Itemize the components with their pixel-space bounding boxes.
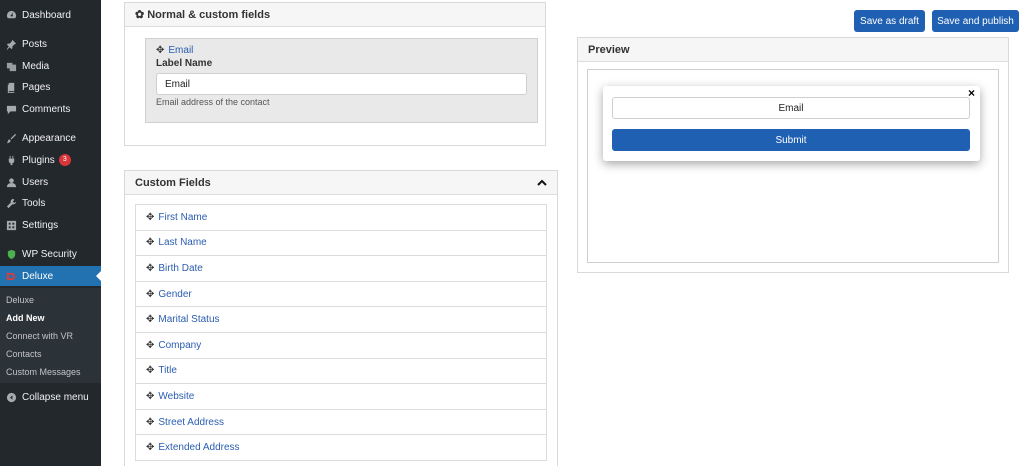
custom-field-label: Marital Status [158,314,220,326]
shield-icon [5,248,17,260]
custom-field-label: Company [158,339,202,351]
menu-label: Media [22,60,50,72]
menu-label: Deluxe [22,270,54,282]
pages-icon [5,81,17,93]
list-item[interactable]: ✥ Street Address [135,409,547,436]
move-icon: ✥ [146,442,155,454]
custom-fields-title: Custom Fields [135,176,211,189]
custom-field-label: Gender [158,288,192,300]
preview-title: Preview [588,43,630,56]
list-item[interactable]: ✥ Birth Date [135,256,547,282]
collapse-menu-button[interactable]: Collapse menu [0,387,101,407]
custom-field-label: Street Address [158,416,224,428]
comments-icon [5,103,17,115]
gear-icon: ✿ [135,9,145,21]
email-field-box: ✥Email Label Name Email address of the c… [145,38,538,123]
chevron-up-icon[interactable] [537,178,547,188]
move-icon: ✥ [146,314,155,326]
menu-tools[interactable]: Tools [0,193,101,213]
move-icon: ✥ [146,339,155,351]
custom-fields-header: Custom Fields [125,171,557,195]
menu-users[interactable]: Users [0,172,101,192]
brush-icon [5,132,17,144]
submenu-custom-messages[interactable]: Custom Messages [6,367,81,377]
normal-fields-header: ✿ Normal & custom fields [125,3,545,27]
list-item[interactable]: ✥ Website [135,384,547,410]
custom-field-label: Title [158,365,177,377]
dashboard-icon [5,9,17,21]
menu-label: Collapse menu [22,391,89,403]
save-draft-button[interactable]: Save as draft [854,10,925,32]
preview-form-popup: × Submit [603,86,980,161]
list-item[interactable]: ✥ Gender [135,281,547,308]
menu-label: Users [22,176,49,188]
list-item[interactable]: ✥ Marital Status [135,307,547,333]
active-menu-arrow [96,271,101,281]
preview-header: Preview [578,38,1008,62]
custom-field-label: Website [158,390,195,402]
email-field-handle[interactable]: ✥ Email [156,45,193,56]
preview-email-input[interactable] [612,97,970,119]
custom-fields-list: ✥ First Name ✥ Last Name ✥ Birth Date ✥ Gend… [135,204,547,461]
wrench-icon [5,197,17,209]
menu-label: Posts [22,38,48,50]
menu-label: WP Security [22,248,77,260]
list-item[interactable]: ✥ Last Name [135,230,547,257]
admin-sidebar: Dashboard Posts Media Pages Comments App… [0,0,101,466]
menu-plugins[interactable]: Plugins 3 [0,150,101,170]
menu-label: Settings [22,219,59,231]
move-icon: ✥ [146,262,155,274]
move-icon: ✥ [146,211,155,223]
menu-label: Pages [22,81,51,93]
menu-label: Comments [22,103,71,115]
submenu-contacts[interactable]: Contacts [6,349,42,359]
deluxe-icon [5,270,17,282]
submenu-deluxe[interactable]: Deluxe [6,295,34,305]
collapse-icon [5,391,17,403]
menu-label: Tools [22,197,46,209]
list-item[interactable]: ✥ Extended Address [135,435,547,461]
menu-settings[interactable]: Settings [0,215,101,235]
preview-submit-button[interactable]: Submit [612,129,970,151]
plugins-update-badge: 3 [58,154,71,166]
menu-label: Dashboard [22,9,71,21]
move-icon: ✥ [146,237,155,249]
email-field-name: Email [168,45,194,56]
menu-appearance[interactable]: Appearance [0,128,101,148]
move-icon: ✥ [146,390,155,402]
custom-field-label: Last Name [158,237,207,249]
settings-icon [5,219,17,231]
menu-label: Appearance [22,132,76,144]
menu-media[interactable]: Media [0,56,101,76]
move-icon: ✥ [156,45,165,56]
submenu-add-new[interactable]: Add New [6,313,45,323]
menu-comments[interactable]: Comments [0,99,101,119]
deluxe-submenu: Deluxe Add New Connect with VR Contacts … [0,288,101,383]
pin-icon [5,38,17,50]
menu-pages[interactable]: Pages [0,77,101,97]
list-item[interactable]: ✥ First Name [135,205,547,231]
submenu-connect-with-vr[interactable]: Connect with VR [6,331,73,341]
menu-dashboard[interactable]: Dashboard [0,5,101,25]
label-name-input[interactable] [156,73,527,95]
menu-posts[interactable]: Posts [0,34,101,54]
menu-label: Plugins [22,154,55,166]
custom-field-label: First Name [158,211,208,223]
label-name-heading: Label Name [156,58,213,69]
save-publish-button[interactable]: Save and publish [932,10,1019,32]
custom-field-label: Extended Address [158,442,240,454]
move-icon: ✥ [146,288,155,300]
normal-fields-title: Normal & custom fields [147,8,271,21]
users-icon [5,176,17,188]
list-item[interactable]: ✥ Title [135,358,547,385]
email-field-help: Email address of the contact [156,97,270,107]
menu-wp-security[interactable]: WP Security [0,244,101,264]
move-icon: ✥ [146,416,155,428]
custom-field-label: Birth Date [158,262,203,274]
menu-deluxe[interactable]: Deluxe [0,266,101,286]
move-icon: ✥ [146,365,155,377]
plug-icon [5,154,17,166]
media-icon [5,60,17,72]
list-item[interactable]: ✥ Company [135,332,547,359]
